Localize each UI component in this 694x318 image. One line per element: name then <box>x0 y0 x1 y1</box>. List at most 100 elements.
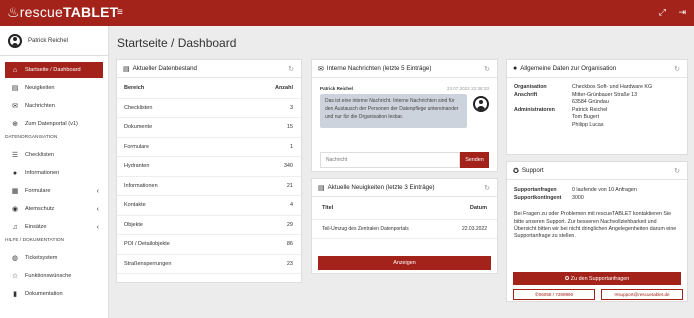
card-header: ● Allgemeine Daten zur Organisation ↻ <box>507 60 687 78</box>
flame-icon: ♨ <box>7 4 20 20</box>
user-name: Patrick Reichel <box>28 37 69 44</box>
admin-name: Tom Bugert <box>572 114 600 121</box>
gear-icon: ✪ <box>513 167 519 175</box>
column-header: Anzahl <box>231 78 301 99</box>
ticket-icon: ◍ <box>11 255 19 262</box>
card-header: ✪ Support ↻ <box>507 162 687 180</box>
sidebar-item-dataportal[interactable]: ⊕ Zum Datenportal (v1) <box>5 116 103 132</box>
support-card: ✪ Support ↻ Supportanfragen 0 laufende v… <box>506 161 688 302</box>
news-card: ▤ Aktuelle Neuigkeiten (letzte 3 Einträg… <box>311 178 498 274</box>
show-news-button[interactable]: Anzeigen <box>318 256 491 270</box>
organisation-card: ● Allgemeine Daten zur Organisation ↻ Or… <box>506 59 688 155</box>
info-icon: ● <box>513 65 518 72</box>
table-row[interactable]: Hydranten 340 <box>117 156 301 177</box>
chevron-left-icon: ‹ <box>96 223 99 231</box>
table-row[interactable]: Checklisten 3 <box>117 98 301 118</box>
sidebar-section-help: HILFE / DOKUMENTATION <box>5 238 64 243</box>
card-header: ▤ Aktueller Datenbestand ↻ <box>117 60 301 78</box>
message-meta: Patrick Reichel 23.07.2022 22:38:33 <box>312 78 497 91</box>
column-header: Titel <box>312 197 439 220</box>
table-row[interactable]: Dokumente 15 <box>117 117 301 138</box>
quota-value: 3000 <box>572 194 584 201</box>
sidebar: Patrick Reichel ⌂ Startseite / Dashboard… <box>0 26 109 318</box>
refresh-icon[interactable]: ↻ <box>288 65 294 73</box>
sidebar-nav: ⌂ Startseite / Dashboard ▤ Neuigkeiten ✉… <box>0 56 108 302</box>
top-navbar: ♨rescueTABLET ≡ ⤢ ⇥ <box>0 0 694 26</box>
organisation-details: Organisation Checkbox Soft- und Hardware… <box>507 78 687 136</box>
sidebar-item-messages[interactable]: ✉ Nachrichten <box>5 98 103 114</box>
chevron-left-icon: ‹ <box>96 187 99 195</box>
message-input-row: Senden <box>320 152 489 168</box>
sidebar-item-feature-requests[interactable]: ☆ Funktionswünsche <box>5 268 103 284</box>
menu-icon[interactable]: ≡ <box>117 7 123 18</box>
stock-table: Bereich Anzahl Checklisten 3 Dokumente 15 … <box>117 78 301 274</box>
address-label: Anschrift <box>514 91 538 98</box>
info-icon: ● <box>12 169 18 177</box>
refresh-icon[interactable]: ↻ <box>674 167 680 175</box>
bell-icon: ♫ <box>12 223 18 231</box>
org-value: Checkbox Soft- und Hardware KG <box>572 84 653 90</box>
card-header: ✉ Interne Nachrichten (letzte 5 Einträge… <box>312 60 497 78</box>
quota-label: Supportkontingent <box>514 194 562 201</box>
admin-name: Philipp Lucas <box>572 121 604 128</box>
star-icon: ☆ <box>11 273 19 280</box>
page-title: Startseite / Dashboard <box>117 36 237 50</box>
logout-icon[interactable]: ⇥ <box>678 7 686 17</box>
email-button[interactable]: ✉ support@rescuetablet.de <box>601 289 683 300</box>
admin-name: Patrick Reichel <box>572 106 608 113</box>
refresh-icon[interactable]: ↻ <box>484 65 490 73</box>
refresh-icon[interactable]: ↻ <box>484 184 490 192</box>
column-header: Datum <box>438 197 497 220</box>
table-row[interactable]: Teil-Umzug des Zentralen Datenportals 22… <box>312 219 497 239</box>
message-date: 23.07.2022 22:38:33 <box>446 86 489 91</box>
sidebar-item-operations[interactable]: ♫ Einsätze ‹ <box>5 219 103 235</box>
mask-icon: ◉ <box>11 206 19 213</box>
requests-label: Supportanfragen <box>514 187 557 193</box>
requests-value: 0 laufende von 10 Anfragen <box>572 187 637 193</box>
table-row[interactable]: Objekte 29 <box>117 215 301 235</box>
support-requests-button[interactable]: ✪ Zu den Supportanfragen <box>513 272 681 285</box>
brand-logo[interactable]: ♨rescueTABLET <box>7 4 118 21</box>
stock-card: ▤ Aktueller Datenbestand ↻ Bereich Anzah… <box>116 59 302 283</box>
list-icon: ☰ <box>11 152 19 159</box>
message-author: Patrick Reichel <box>320 86 353 91</box>
sidebar-item-information[interactable]: ● Informationen <box>5 165 103 181</box>
news-table: Titel Datum Teil-Umzug des Zentralen Dat… <box>312 197 497 239</box>
user-panel[interactable]: Patrick Reichel <box>0 26 108 56</box>
org-label: Organisation <box>514 84 547 90</box>
card-header: ▤ Aktuelle Neuigkeiten (letzte 3 Einträg… <box>312 179 497 197</box>
sidebar-item-checklists[interactable]: ☰ Checklisten <box>5 147 103 163</box>
expand-icon[interactable]: ⤢ <box>659 7 666 17</box>
sidebar-item-forms[interactable]: ▦ Formulare ‹ <box>5 183 103 199</box>
table-row[interactable]: POI / Detailobjekte 86 <box>117 234 301 255</box>
sidebar-item-tickets[interactable]: ◍ Ticketsystem <box>5 250 103 266</box>
sidebar-item-respiratory[interactable]: ◉ Atemschutz ‹ <box>5 201 103 217</box>
table-row[interactable]: Formulare 1 <box>117 137 301 157</box>
column-header: Bereich <box>117 78 232 99</box>
message-input[interactable] <box>320 152 460 168</box>
table-row[interactable]: Straßensperrungen 23 <box>117 254 301 274</box>
send-button[interactable]: Senden <box>460 152 489 168</box>
newspaper-icon: ▤ <box>318 184 325 192</box>
support-text: Bei Fragen zu oder Problemen mit rescueT… <box>514 211 677 240</box>
envelope-icon: ✉ <box>12 103 18 110</box>
refresh-icon[interactable]: ↻ <box>674 65 680 73</box>
table-row[interactable]: Informationen 21 <box>117 176 301 196</box>
sidebar-item-news[interactable]: ▤ Neuigkeiten <box>5 80 103 96</box>
book-icon: ▮ <box>13 291 17 298</box>
home-icon: ⌂ <box>12 66 18 74</box>
sidebar-item-dashboard[interactable]: ⌂ Startseite / Dashboard <box>5 62 103 78</box>
form-icon: ▦ <box>11 188 19 195</box>
admins-label: Administratoren <box>514 106 555 113</box>
table-row[interactable]: Kontakte 4 <box>117 195 301 216</box>
arrow-circle-icon: ⊕ <box>12 121 18 128</box>
avatar <box>8 33 22 48</box>
sidebar-item-documentation[interactable]: ▮ Dokumentation <box>5 286 103 302</box>
phone-button[interactable]: ✆ 06058 / 7299990 <box>513 289 595 300</box>
sidebar-section-data: DATENORGANISATION <box>5 135 58 140</box>
newspaper-icon: ▤ <box>11 85 19 92</box>
message-bubble: Das ist eine interne Nachricht. Interne … <box>320 94 467 128</box>
envelope-icon: ✉ <box>318 65 324 73</box>
messages-card: ✉ Interne Nachrichten (letzte 5 Einträge… <box>311 59 498 172</box>
address-line: Mitter-Grünbauer Straße 13 <box>572 91 638 98</box>
